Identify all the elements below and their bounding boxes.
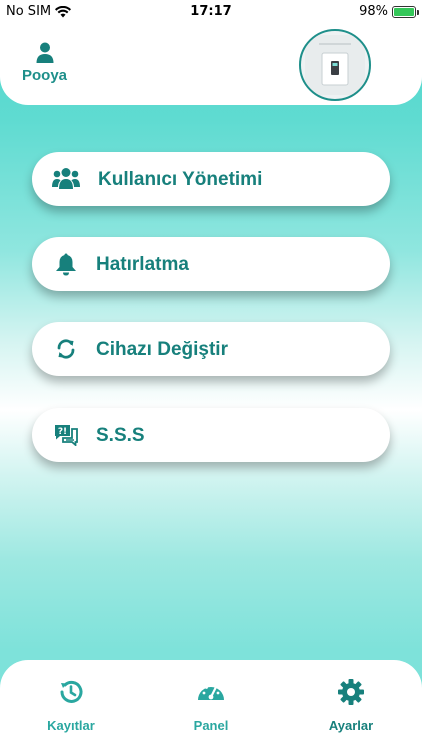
user-name: Pooya: [22, 67, 68, 84]
menu-reminder-button[interactable]: Hatırlatma: [32, 237, 390, 291]
tab-bar: Kayıtlar Panel Ayarlar: [0, 660, 422, 750]
gauge-icon: [198, 683, 224, 700]
history-icon: [60, 680, 83, 703]
menu-label: S.S.S: [96, 425, 145, 446]
header: Pooya: [0, 22, 422, 105]
battery-percent: 98%: [359, 4, 388, 19]
status-bar: No SIM 17:17 98%: [0, 0, 422, 22]
menu-label: Kullanıcı Yönetimi: [98, 169, 263, 190]
tab-label: Panel: [193, 718, 229, 733]
battery-icon: [392, 5, 419, 18]
menu-label: Hatırlatma: [96, 254, 189, 275]
faq-icon: ?!: [52, 421, 80, 449]
device-avatar[interactable]: [299, 29, 371, 101]
device-image-icon: [305, 35, 365, 95]
user-icon: [36, 42, 54, 63]
gear-icon: [338, 679, 364, 705]
menu-user-management-button[interactable]: Kullanıcı Yönetimi: [32, 152, 390, 206]
users-icon: [52, 165, 80, 193]
tab-settings[interactable]: Ayarlar: [291, 678, 411, 740]
menu-change-device-button[interactable]: Cihazı Değiştir: [32, 322, 390, 376]
menu-label: Cihazı Değiştir: [96, 339, 228, 360]
tab-records[interactable]: Kayıtlar: [11, 678, 131, 740]
tab-label: Kayıtlar: [47, 718, 95, 733]
tab-panel[interactable]: Panel: [151, 678, 271, 740]
bell-icon: [52, 250, 80, 278]
svg-text:?!: ?!: [58, 427, 67, 437]
refresh-icon: [52, 335, 80, 363]
tab-label: Ayarlar: [328, 718, 374, 733]
menu-faq-button[interactable]: ?! S.S.S: [32, 408, 390, 462]
